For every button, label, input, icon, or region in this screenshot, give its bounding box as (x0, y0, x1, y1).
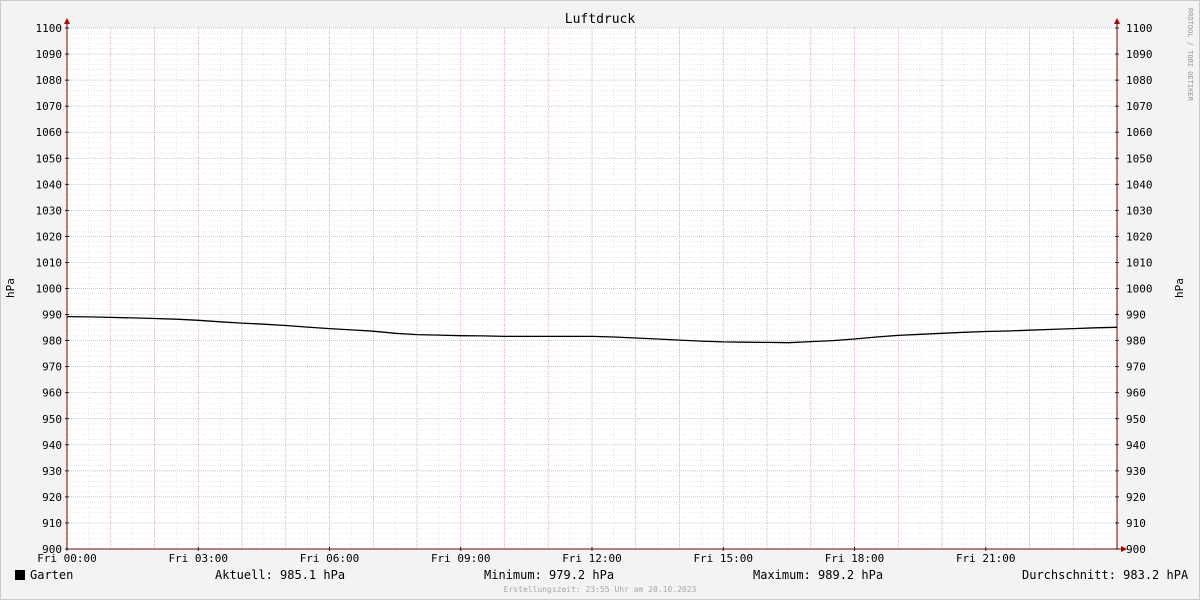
y-tick-label-right: 1060 (1126, 126, 1153, 139)
y-tick-label-left: 1100 (36, 22, 63, 35)
y-tick-label-right: 1080 (1126, 74, 1153, 87)
x-tick-label: Fri 09:00 (431, 552, 491, 565)
legend-maximum: Maximum: 989.2 hPa (753, 568, 884, 582)
y-tick-label-left: 960 (42, 387, 62, 400)
y-tick-label-left: 1060 (36, 126, 63, 139)
y-tick-label-right: 1050 (1126, 152, 1153, 165)
y-tick-label-left: 1030 (36, 204, 63, 217)
grid-layer (67, 27, 1117, 549)
y-tick-label-right: 910 (1126, 517, 1146, 530)
y-tick-label-left: 1010 (36, 256, 63, 269)
y-tick-label-left: 1020 (36, 230, 63, 243)
y-tick-label-left: 1050 (36, 152, 63, 165)
y-tick-label-left: 990 (42, 309, 62, 322)
legend-row: Garten Aktuell: 985.1 hPa Minimum: 979.2… (0, 568, 1200, 584)
y-axis-label-left: hPa (4, 278, 17, 298)
x-tick-label: Fri 03:00 (168, 552, 228, 565)
legend-current: Aktuell: 985.1 hPa (215, 568, 346, 582)
y-tick-label-left: 940 (42, 439, 62, 452)
y-tick-label-right: 1090 (1126, 48, 1153, 61)
y-tick-label-right: 1020 (1126, 230, 1153, 243)
chart-svg: 900 900910 910920 920930 930940 940950 950960 9… (4, 8, 1194, 565)
x-tick-label: Fri 12:00 (562, 552, 622, 565)
y-tick-label-right: 940 (1126, 439, 1146, 452)
y-tick-label-left: 1090 (36, 48, 63, 61)
y-tick-label-right: 950 (1126, 413, 1146, 426)
y-tick-label-right: 1030 (1126, 204, 1153, 217)
y-axis-label-right: hPa (1173, 278, 1186, 298)
legend-series-label: Garten (30, 568, 74, 582)
y-tick-label-left: 1080 (36, 74, 63, 87)
y-tick-label-left: 910 (42, 517, 62, 530)
y-tick-label-right: 920 (1126, 491, 1146, 504)
x-tick-label: Fri 18:00 (825, 552, 885, 565)
x-tick-label: Fri 21:00 (956, 552, 1016, 565)
y-tick-label-right: 1070 (1126, 100, 1153, 113)
y-tick-label-right: 930 (1126, 465, 1146, 478)
x-tick-label: Fri 06:00 (300, 552, 360, 565)
y-tick-label-left: 920 (42, 491, 62, 504)
y-tick-label-right: 1010 (1126, 256, 1153, 269)
y-axis-left-arrow (64, 18, 70, 24)
y-tick-label-left: 970 (42, 361, 62, 374)
x-tick-label: Fri 00:00 (37, 552, 97, 565)
y-tick-label-right: 1040 (1126, 178, 1153, 191)
chart-title: Luftdruck (565, 12, 636, 27)
footer-timestamp: Erstellungszeit: 23:55 Uhr am 20.10.2023 (503, 585, 697, 594)
x-tick-label: Fri 15:00 (693, 552, 753, 565)
y-tick-label-left: 980 (42, 335, 62, 348)
y-tick-label-right: 980 (1126, 335, 1146, 348)
y-tick-label-right: 1100 (1126, 22, 1153, 35)
legend-average: Durchschnitt: 983.2 hPA (1022, 568, 1189, 582)
y-tick-label-left: 930 (42, 465, 62, 478)
y-tick-label-right: 900 (1126, 543, 1146, 556)
y-tick-label-left: 1040 (36, 178, 63, 191)
y-tick-label-right: 970 (1126, 361, 1146, 374)
watermark: RRDTOOL / TOBI OETIKER (1186, 8, 1194, 102)
legend-minimum: Minimum: 979.2 hPa (484, 568, 615, 582)
y-tick-label-right: 960 (1126, 387, 1146, 400)
y-tick-label-right: 990 (1126, 309, 1146, 322)
y-axis-right-arrow (1114, 18, 1120, 24)
y-tick-label-right: 1000 (1126, 283, 1153, 296)
y-tick-label-left: 1070 (36, 100, 63, 113)
y-tick-label-left: 950 (42, 413, 62, 426)
y-tick-label-left: 1000 (36, 283, 63, 296)
